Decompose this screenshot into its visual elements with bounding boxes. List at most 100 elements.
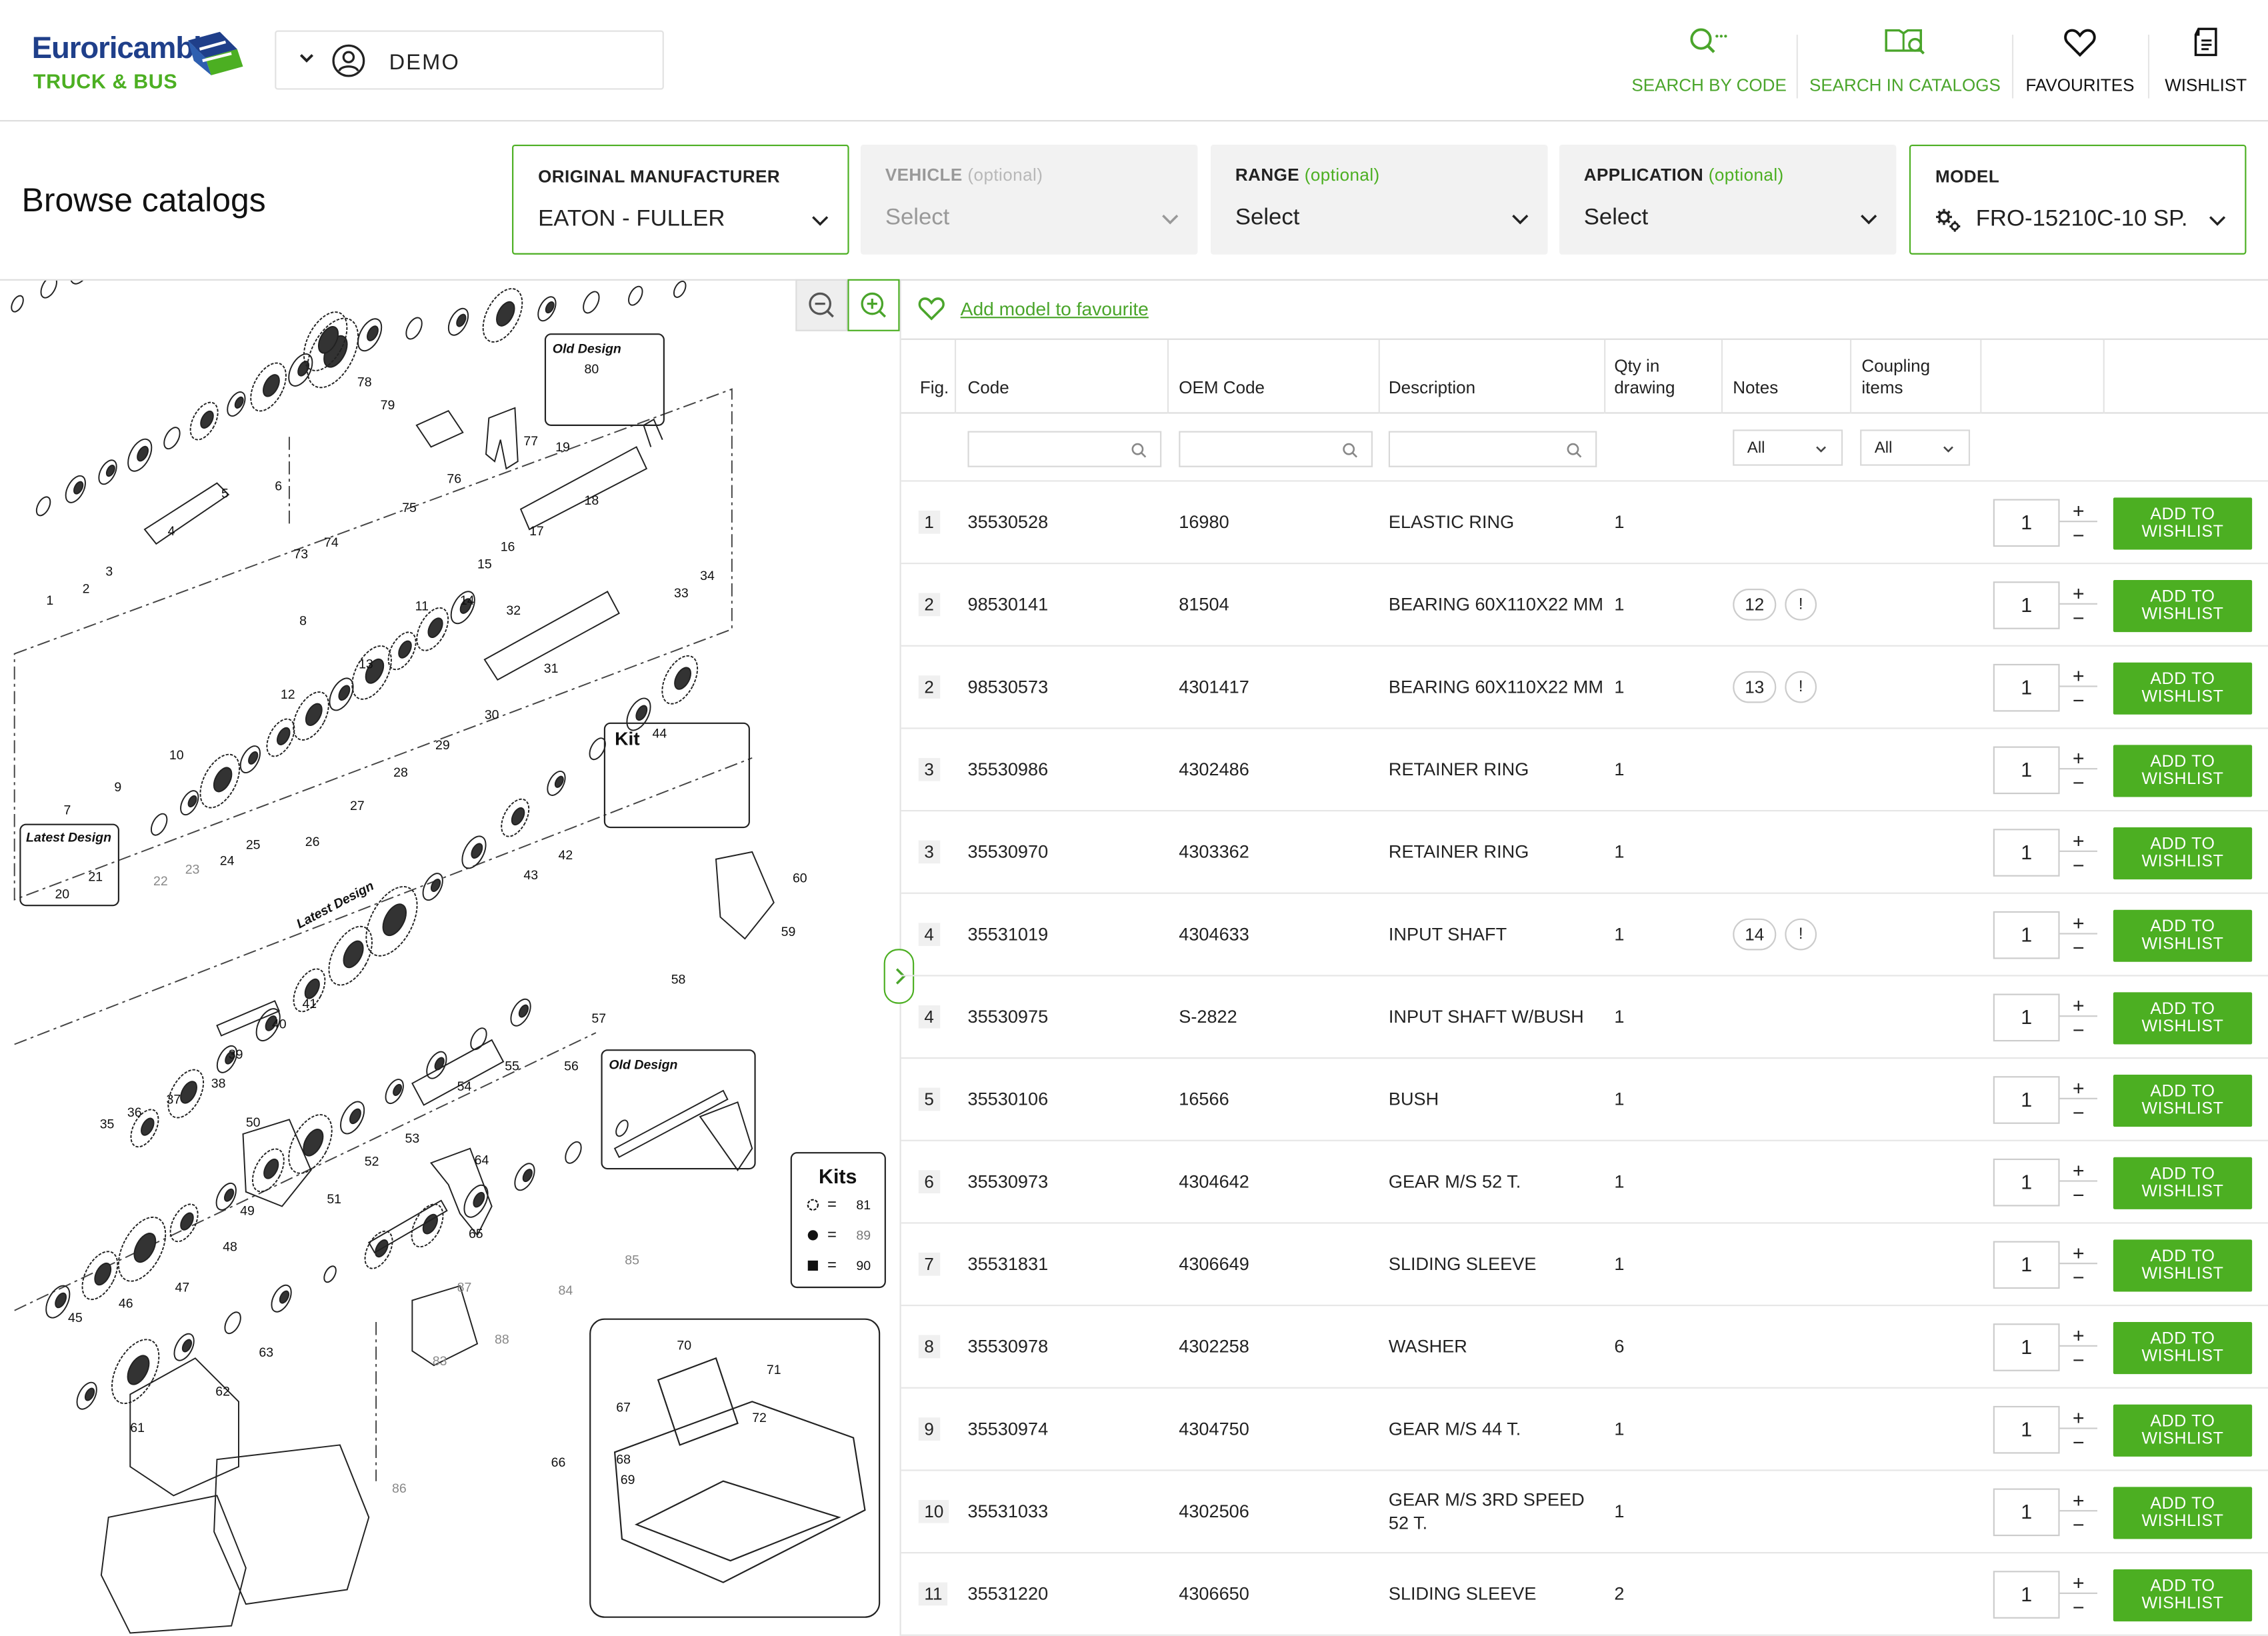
add-to-wishlist-button[interactable]: ADD TO WISHLIST [2113, 662, 2253, 715]
part-number-label[interactable]: 41 [302, 997, 317, 1011]
brand-logo[interactable]: Euroricambi TRUCK & BUS [32, 31, 249, 95]
part-number-label[interactable]: 23 [185, 862, 200, 877]
increment-button[interactable]: + [2059, 1159, 2097, 1182]
part-number-label[interactable]: 1 [46, 593, 53, 608]
increment-button[interactable]: + [2059, 1489, 2097, 1512]
quantity-input[interactable]: 1 [1993, 1571, 2060, 1619]
col-code[interactable]: Code [956, 339, 1169, 414]
row-code[interactable]: 35530978 [967, 1306, 1048, 1387]
part-number-label[interactable]: 6 [275, 479, 282, 494]
code-search-input[interactable] [967, 431, 1162, 467]
part-number-label[interactable]: 3 [105, 565, 113, 579]
part-number-label[interactable]: 32 [506, 603, 521, 618]
gear-part[interactable] [38, 280, 60, 301]
decrement-button[interactable]: − [2060, 606, 2097, 629]
row-code[interactable]: 98530573 [967, 647, 1048, 727]
add-favourite-link[interactable]: Add model to favourite [917, 295, 1149, 321]
row-code[interactable]: 35530975 [967, 977, 1048, 1057]
add-to-wishlist-button[interactable]: ADD TO WISHLIST [2113, 497, 2253, 550]
quantity-input[interactable]: 1 [1993, 1323, 2060, 1371]
decrement-button[interactable]: − [2060, 1101, 2097, 1124]
increment-button[interactable]: + [2059, 1406, 2097, 1429]
part-number-label[interactable]: 55 [505, 1059, 519, 1074]
decrement-button[interactable]: − [2060, 1265, 2097, 1289]
part-number-label[interactable]: 8 [299, 613, 307, 628]
part-number-label[interactable]: 21 [88, 869, 103, 884]
part-number-label[interactable]: 48 [223, 1240, 237, 1255]
decrement-button[interactable]: − [2060, 523, 2097, 547]
part-number-label[interactable]: 13 [359, 657, 373, 671]
decrement-button[interactable]: − [2060, 853, 2097, 877]
quantity-input[interactable]: 1 [1993, 499, 2060, 547]
add-to-wishlist-button[interactable]: ADD TO WISHLIST [2113, 1075, 2253, 1127]
quantity-input[interactable]: 1 [1993, 1076, 2060, 1124]
part-number-label[interactable]: 46 [119, 1296, 133, 1311]
part-number-label[interactable]: 61 [130, 1421, 145, 1435]
part-number-label[interactable]: 34 [700, 569, 715, 583]
add-to-wishlist-button[interactable]: ADD TO WISHLIST [2113, 827, 2253, 880]
part-number-label[interactable]: 42 [558, 848, 573, 863]
part-number-label[interactable]: 60 [793, 871, 807, 885]
col-coupling[interactable]: Coupling items [1851, 339, 1982, 414]
part-number-label[interactable]: 68 [616, 1453, 631, 1467]
nav-search-by-code[interactable]: SEARCH BY CODE [1631, 26, 1787, 101]
coupling-filter-select[interactable]: All [1860, 429, 1971, 466]
part-number-label[interactable]: 43 [523, 868, 538, 883]
part-number-label[interactable]: 7 [63, 803, 71, 818]
part-number-label[interactable]: 17 [529, 524, 544, 539]
add-to-wishlist-button[interactable]: ADD TO WISHLIST [2113, 909, 2253, 962]
part-number-label[interactable]: 24 [220, 853, 235, 868]
part-number-label[interactable]: 77 [523, 434, 538, 449]
part-number-label[interactable]: 44 [653, 727, 667, 741]
col-notes[interactable]: Notes [1723, 339, 1852, 414]
part-number-label[interactable]: 70 [677, 1338, 691, 1353]
part-number-label[interactable]: 76 [447, 472, 461, 487]
note-badge[interactable]: 12 [1733, 589, 1777, 621]
decrement-button[interactable]: − [2060, 1431, 2097, 1454]
part-number-label[interactable]: 33 [674, 586, 689, 601]
gear-part[interactable] [580, 289, 602, 316]
decrement-button[interactable]: − [2060, 936, 2097, 959]
col-oem[interactable]: OEM Code [1169, 339, 1380, 414]
part-number-label[interactable]: 53 [405, 1131, 419, 1146]
increment-button[interactable]: + [2059, 747, 2097, 770]
part-number-label[interactable]: 64 [475, 1153, 489, 1168]
part-number-label[interactable]: 69 [621, 1473, 635, 1487]
part-number-label[interactable]: 87 [457, 1280, 472, 1295]
note-alert-icon[interactable]: ! [1785, 671, 1817, 703]
part-number-label[interactable]: 49 [240, 1203, 255, 1218]
part-number-label[interactable]: 80 [585, 362, 599, 377]
part-number-label[interactable]: 83 [433, 1354, 447, 1369]
gear-part[interactable] [34, 495, 53, 518]
increment-button[interactable]: + [2059, 581, 2097, 605]
increment-button[interactable]: + [2059, 664, 2097, 687]
part-number-label[interactable]: 40 [272, 1017, 287, 1032]
gear-part[interactable] [9, 294, 26, 314]
part-number-label[interactable]: 22 [153, 874, 168, 889]
add-to-wishlist-button[interactable]: ADD TO WISHLIST [2113, 992, 2253, 1045]
description-search-input[interactable] [1388, 431, 1597, 467]
part-number-label[interactable]: 51 [327, 1192, 341, 1207]
nav-wishlist[interactable]: WISHLIST [2158, 26, 2253, 101]
manufacturer-select[interactable]: ORIGINAL MANUFACTURER EATON - FULLER [512, 144, 849, 255]
part-number-label[interactable]: 4 [168, 524, 175, 539]
row-code[interactable]: 35530528 [967, 481, 1048, 562]
part-number-label[interactable]: 88 [495, 1333, 509, 1347]
quantity-input[interactable]: 1 [1993, 581, 2060, 629]
part-number-label[interactable]: 39 [229, 1047, 243, 1062]
quantity-input[interactable]: 1 [1993, 1241, 2060, 1289]
row-code[interactable]: 35530986 [967, 729, 1048, 809]
part-number-label[interactable]: 38 [211, 1077, 226, 1091]
add-to-wishlist-button[interactable]: ADD TO WISHLIST [2113, 580, 2253, 633]
quantity-input[interactable]: 1 [1993, 663, 2060, 712]
note-alert-icon[interactable]: ! [1785, 589, 1817, 621]
part-number-label[interactable]: 67 [616, 1401, 631, 1415]
col-qty[interactable]: Qty in drawing [1605, 339, 1723, 414]
part-number-label[interactable]: 58 [671, 972, 686, 987]
decrement-button[interactable]: − [2060, 1513, 2097, 1536]
part-number-label[interactable]: 47 [175, 1280, 190, 1295]
part-number-label[interactable]: 27 [350, 799, 365, 813]
increment-button[interactable]: + [2059, 829, 2097, 852]
part-number-label[interactable]: 26 [305, 835, 320, 849]
part-number-label[interactable]: 5 [221, 486, 229, 501]
